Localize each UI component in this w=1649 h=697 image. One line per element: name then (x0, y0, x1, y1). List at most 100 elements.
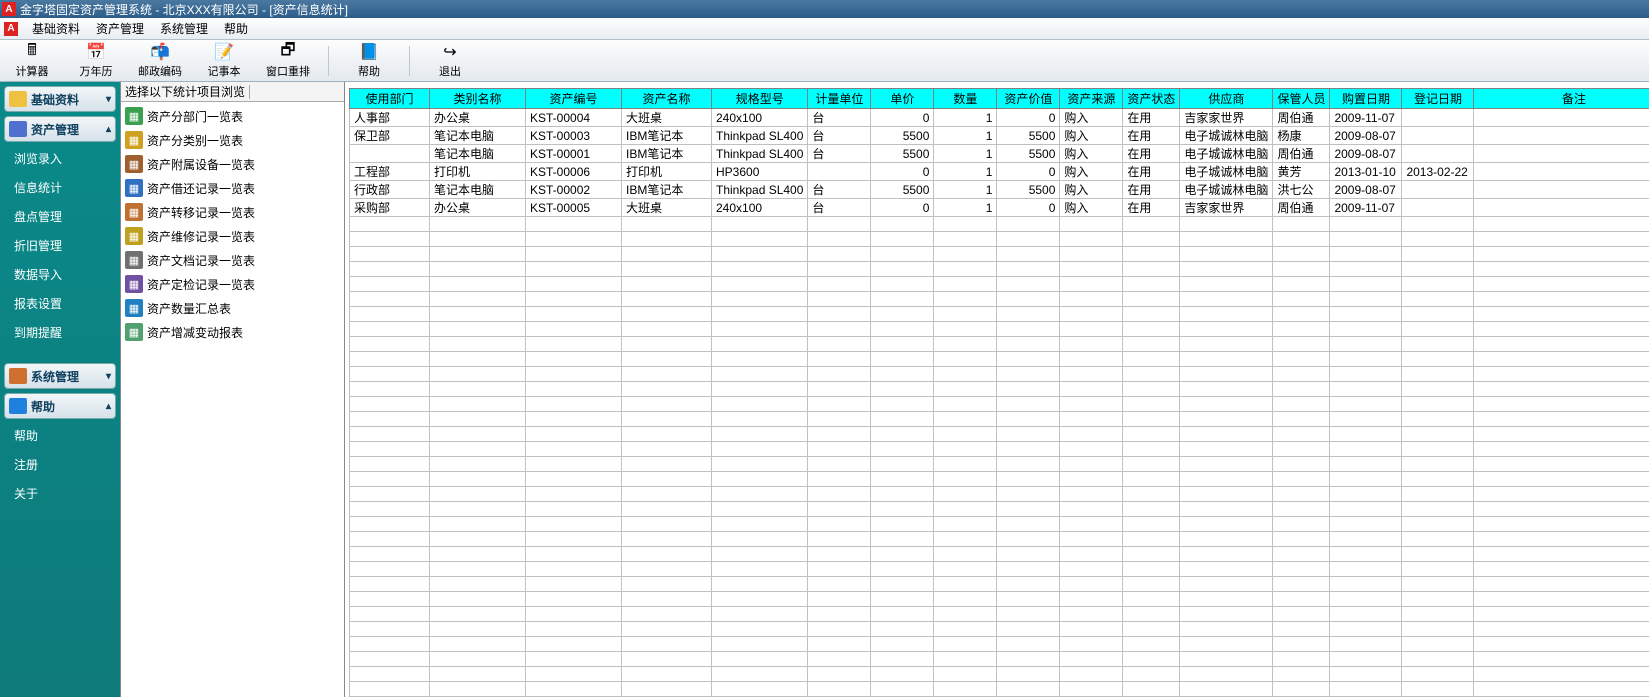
report-list: ▦资产分部门一览表▦资产分类别一览表▦资产附属设备一览表▦资产借还记录一览表▦资… (121, 102, 344, 697)
report-item-7[interactable]: ▦资产定检记录一览表 (123, 272, 342, 296)
cell: 2009-11-07 (1330, 199, 1402, 217)
report-item-icon: ▦ (125, 155, 143, 173)
cell (1474, 181, 1649, 199)
col-header-0[interactable]: 使用部门 (350, 89, 430, 109)
nav-group-icon (9, 121, 27, 137)
col-header-6[interactable]: 单价 (871, 89, 934, 109)
toolbar-calendar-button[interactable]: 📅万年历 (72, 42, 120, 79)
nav-item-1-2[interactable]: 盘点管理 (0, 202, 120, 231)
report-item-1[interactable]: ▦资产分类别一览表 (123, 128, 342, 152)
col-header-11[interactable]: 供应商 (1180, 89, 1273, 109)
menu-item-0[interactable]: 基础资料 (24, 20, 88, 38)
nav-group-icon (9, 398, 27, 414)
nav-item-1-1[interactable]: 信息统计 (0, 173, 120, 202)
nav-item-1-5[interactable]: 报表设置 (0, 289, 120, 318)
col-header-8[interactable]: 资产价值 (997, 89, 1060, 109)
help-icon: 📘 (359, 42, 379, 62)
table-row-empty (350, 397, 1649, 412)
report-item-2[interactable]: ▦资产附属设备一览表 (123, 152, 342, 176)
cell: 保卫部 (350, 127, 430, 145)
toolbar-calculator-button[interactable]: 🖩计算器 (8, 42, 56, 79)
report-item-6[interactable]: ▦资产文档记录一览表 (123, 248, 342, 272)
report-item-icon: ▦ (125, 131, 143, 149)
col-header-7[interactable]: 数量 (934, 89, 997, 109)
calendar-icon: 📅 (86, 42, 106, 62)
report-item-8[interactable]: ▦资产数量汇总表 (123, 296, 342, 320)
cell: 购入 (1060, 109, 1123, 127)
table-row[interactable]: 行政部笔记本电脑KST-00002IBM笔记本Thinkpad SL400台55… (350, 181, 1649, 199)
col-header-10[interactable]: 资产状态 (1123, 89, 1180, 109)
chevron-icon: ▴ (106, 124, 111, 135)
report-item-icon: ▦ (125, 251, 143, 269)
nav-group-2[interactable]: 系统管理▾ (4, 363, 116, 389)
table-row[interactable]: 采购部办公桌KST-00005大班桌240x100台010购入在用吉家家世界周伯… (350, 199, 1649, 217)
toolbar-help-button[interactable]: 📘帮助 (345, 42, 393, 79)
table-row-empty (350, 517, 1649, 532)
table-row[interactable]: 保卫部笔记本电脑KST-00003IBM笔记本Thinkpad SL400台55… (350, 127, 1649, 145)
menu-item-3[interactable]: 帮助 (216, 20, 256, 38)
table-row-empty (350, 322, 1649, 337)
cell: 台 (808, 181, 871, 199)
cell (808, 163, 871, 181)
report-item-5[interactable]: ▦资产维修记录一览表 (123, 224, 342, 248)
window-titlebar: A 金字塔固定资产管理系统 - 北京XXX有限公司 - [资产信息统计] (0, 0, 1649, 18)
menu-item-2[interactable]: 系统管理 (152, 20, 216, 38)
col-header-2[interactable]: 资产编号 (526, 89, 622, 109)
col-header-13[interactable]: 购置日期 (1330, 89, 1402, 109)
report-item-9[interactable]: ▦资产增减变动报表 (123, 320, 342, 344)
report-item-0[interactable]: ▦资产分部门一览表 (123, 104, 342, 128)
cell: 打印机 (430, 163, 526, 181)
nav-item-3-2[interactable]: 关于 (0, 479, 120, 508)
report-item-label: 资产定检记录一览表 (147, 276, 255, 293)
table-row-empty (350, 667, 1649, 682)
cell: 2009-08-07 (1330, 127, 1402, 145)
table-row[interactable]: 笔记本电脑KST-00001IBM笔记本Thinkpad SL400台55001… (350, 145, 1649, 163)
calculator-icon: 🖩 (22, 42, 42, 62)
cell: 购入 (1060, 199, 1123, 217)
nav-group-1[interactable]: 资产管理▴ (4, 116, 116, 142)
exit-icon: ↪ (440, 42, 460, 62)
report-item-label: 资产借还记录一览表 (147, 180, 255, 197)
nav-group-icon (9, 368, 27, 384)
report-item-4[interactable]: ▦资产转移记录一览表 (123, 200, 342, 224)
report-item-label: 资产维修记录一览表 (147, 228, 255, 245)
col-header-9[interactable]: 资产来源 (1060, 89, 1123, 109)
col-header-12[interactable]: 保管人员 (1273, 89, 1330, 109)
nav-item-1-3[interactable]: 折旧管理 (0, 231, 120, 260)
col-header-1[interactable]: 类别名称 (430, 89, 526, 109)
cell: 台 (808, 145, 871, 163)
table-row-empty (350, 562, 1649, 577)
toolbar-exit-button[interactable]: ↪退出 (426, 42, 474, 79)
table-row-empty (350, 352, 1649, 367)
cell: 笔记本电脑 (430, 181, 526, 199)
toolbar-notepad-button[interactable]: 📝记事本 (200, 42, 248, 79)
menu-item-1[interactable]: 资产管理 (88, 20, 152, 38)
cell: 2013-02-22 (1402, 163, 1474, 181)
col-header-14[interactable]: 登记日期 (1402, 89, 1474, 109)
table-row-empty (350, 637, 1649, 652)
col-header-4[interactable]: 规格型号 (712, 89, 808, 109)
nav-item-1-4[interactable]: 数据导入 (0, 260, 120, 289)
cell: 在用 (1123, 109, 1180, 127)
col-header-3[interactable]: 资产名称 (622, 89, 712, 109)
toolbar-windows-button[interactable]: 🗗窗口重排 (264, 42, 312, 79)
nav-item-3-0[interactable]: 帮助 (0, 421, 120, 450)
report-list-panel: 选择以下统计项目浏览 ▦资产分部门一览表▦资产分类别一览表▦资产附属设备一览表▦… (120, 82, 345, 697)
col-header-15[interactable]: 备注 (1474, 89, 1649, 109)
table-row[interactable]: 人事部办公桌KST-00004大班桌240x100台010购入在用吉家家世界周伯… (350, 109, 1649, 127)
col-header-5[interactable]: 计量单位 (808, 89, 871, 109)
cell (1402, 109, 1474, 127)
cell: 购入 (1060, 145, 1123, 163)
nav-group-3[interactable]: 帮助▴ (4, 393, 116, 419)
nav-item-1-6[interactable]: 到期提醒 (0, 318, 120, 347)
nav-item-3-1[interactable]: 注册 (0, 450, 120, 479)
report-item-3[interactable]: ▦资产借还记录一览表 (123, 176, 342, 200)
nav-item-1-0[interactable]: 浏览录入 (0, 144, 120, 173)
cell: 0 (997, 199, 1060, 217)
toolbar-mail-button[interactable]: 📬邮政编码 (136, 42, 184, 79)
cell: 5500 (871, 181, 934, 199)
table-row-empty (350, 532, 1649, 547)
cell: 周伯通 (1273, 145, 1330, 163)
table-row[interactable]: 工程部打印机KST-00006打印机HP3600010购入在用电子城诚林电脑黄芳… (350, 163, 1649, 181)
nav-group-0[interactable]: 基础资料▾ (4, 86, 116, 112)
